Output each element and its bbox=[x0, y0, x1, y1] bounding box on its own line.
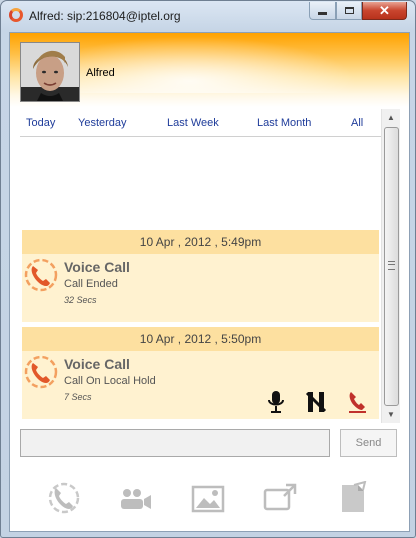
title-bar[interactable]: Alfred: sip:216804@iptel.org ✕ bbox=[1, 1, 415, 31]
scroll-up-icon[interactable]: ▲ bbox=[382, 109, 400, 126]
chat-window: Alfred: sip:216804@iptel.org ✕ Alfred To… bbox=[0, 0, 416, 538]
avatar bbox=[20, 42, 80, 102]
contact-name: Alfred bbox=[86, 67, 115, 79]
call-history: Today Yesterday Last Week Last Month All… bbox=[20, 109, 381, 422]
filter-last-week[interactable]: Last Week bbox=[167, 117, 219, 129]
send-image-icon[interactable] bbox=[190, 481, 226, 515]
filter-all[interactable]: All bbox=[351, 117, 363, 129]
call-status: Call Ended bbox=[64, 278, 118, 290]
minimize-icon bbox=[318, 12, 327, 15]
filter-last-month[interactable]: Last Month bbox=[257, 117, 311, 129]
app-logo-icon bbox=[9, 8, 23, 22]
history-scrollbar[interactable]: ▲ ▼ bbox=[381, 109, 400, 423]
filter-yesterday[interactable]: Yesterday bbox=[78, 117, 127, 129]
call-date: 10 Apr , 2012 , 5:49pm bbox=[22, 230, 379, 254]
grip-icon bbox=[388, 261, 395, 270]
hold-icon[interactable] bbox=[305, 389, 327, 415]
minimize-button[interactable] bbox=[309, 2, 336, 20]
call-entry: 10 Apr , 2012 , 5:50pm Voice Call Call O… bbox=[22, 327, 379, 419]
filter-today[interactable]: Today bbox=[26, 117, 55, 129]
video-call-icon[interactable] bbox=[118, 481, 154, 515]
send-button[interactable]: Send bbox=[340, 429, 397, 457]
call-status: Call On Local Hold bbox=[64, 375, 156, 387]
conversation-panel: Alfred Today Yesterday Last Week Last Mo… bbox=[9, 32, 410, 532]
window-title: Alfred: sip:216804@iptel.org bbox=[29, 9, 181, 23]
history-filter-bar: Today Yesterday Last Week Last Month All bbox=[20, 109, 381, 137]
voice-call-icon[interactable] bbox=[46, 481, 82, 515]
call-entry: 10 Apr , 2012 , 5:49pm Voice Call Call E… bbox=[22, 230, 379, 322]
screen-share-icon[interactable] bbox=[262, 481, 298, 515]
call-date: 10 Apr , 2012 , 5:50pm bbox=[22, 327, 379, 351]
scrollbar-thumb[interactable] bbox=[384, 127, 399, 406]
voice-call-icon bbox=[24, 355, 58, 389]
close-icon: ✕ bbox=[379, 2, 390, 18]
send-file-icon[interactable] bbox=[334, 481, 370, 515]
call-type: Voice Call bbox=[64, 356, 130, 372]
close-button[interactable]: ✕ bbox=[362, 2, 407, 20]
call-type: Voice Call bbox=[64, 259, 130, 275]
hangup-icon[interactable] bbox=[346, 389, 368, 415]
maximize-icon bbox=[344, 7, 354, 14]
action-toolbar bbox=[10, 469, 409, 531]
scroll-down-icon[interactable]: ▼ bbox=[382, 406, 400, 423]
microphone-icon[interactable] bbox=[265, 389, 287, 415]
call-duration: 7 Secs bbox=[64, 392, 92, 402]
call-duration: 32 Secs bbox=[64, 295, 97, 305]
maximize-button[interactable] bbox=[336, 2, 362, 20]
voice-call-icon bbox=[24, 258, 58, 292]
message-input[interactable] bbox=[20, 429, 330, 457]
